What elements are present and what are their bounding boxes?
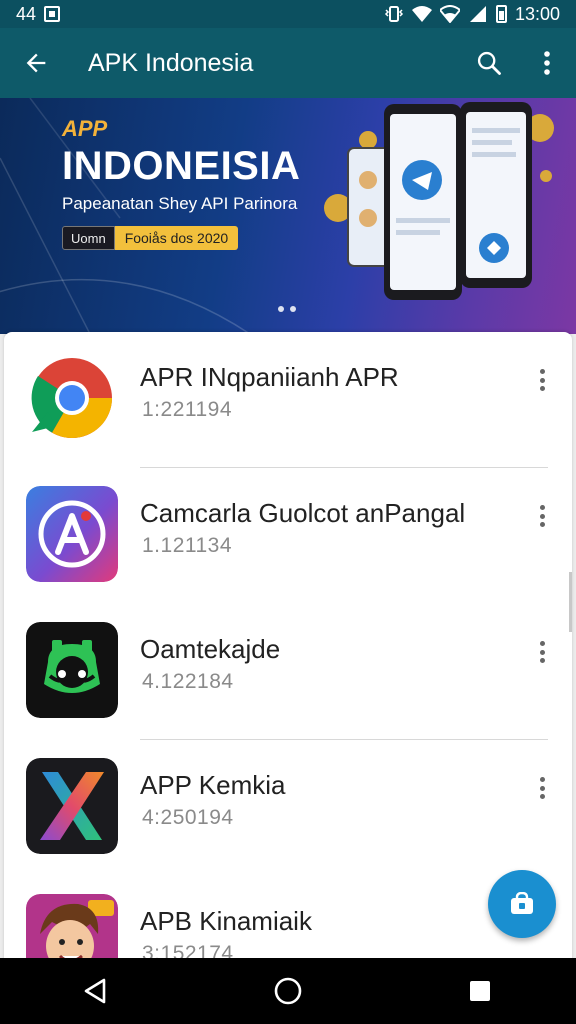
nav-back-button[interactable] [66, 961, 126, 1021]
back-arrow-icon [26, 53, 46, 73]
image-icon [44, 6, 61, 22]
list-item[interactable]: APR INqpaniianh APR 1:221194 [4, 332, 572, 468]
search-button[interactable] [460, 28, 518, 98]
chrome-icon [26, 350, 118, 446]
banner-pager [278, 306, 296, 312]
colorful-x-icon [26, 758, 118, 854]
vibrate-icon [384, 6, 404, 22]
banner-title: INDONEISIA [62, 144, 301, 188]
list-item[interactable]: APP Kemkia 4:250194 [4, 740, 572, 876]
banner-badges: Uomn Fooiås dos 2020 [62, 226, 239, 250]
item-overflow-button[interactable] [530, 502, 554, 530]
pager-dot[interactable] [278, 306, 284, 312]
phones-illustration [347, 102, 532, 300]
app-bar: APK Indonesia [0, 28, 576, 98]
app-list-card: APR INqpaniianh APR 1:221194 Camcarla Gu… [4, 332, 572, 972]
fab-button[interactable] [488, 870, 556, 938]
banner-brand: APP [62, 116, 108, 141]
scrollbar[interactable] [569, 572, 572, 632]
battery-icon [495, 5, 507, 23]
search-icon [477, 51, 501, 75]
banner-badge-left: Uomn [62, 226, 115, 250]
item-overflow-button[interactable] [530, 366, 554, 394]
status-bar: 44 13:00 [0, 0, 576, 28]
app-name: APR INqpaniianh APR [140, 362, 399, 392]
green-robot-icon [26, 622, 118, 718]
back-button[interactable] [0, 28, 72, 98]
banner-badge-right: Fooiås dos 2020 [114, 226, 239, 250]
list-item[interactable]: Camcarla Guolcot anPangal 1.121134 [4, 468, 572, 604]
app-meta: 1:221194 [142, 398, 233, 421]
nav-recents-button[interactable] [450, 961, 510, 1021]
promo-banner[interactable]: APP INDONEISIA Papeanatan Shey API Parin… [0, 98, 576, 334]
more-vert-icon [544, 51, 550, 75]
page-title: APK Indonesia [88, 48, 254, 77]
app-meta: 4:250194 [142, 806, 234, 829]
system-nav-bar [0, 958, 576, 1024]
status-time: 13:00 [514, 3, 560, 24]
app-name: Oamtekajde [140, 634, 281, 664]
nav-home-button[interactable] [258, 961, 318, 1021]
signal-icon [469, 6, 486, 22]
bag-icon [511, 892, 533, 914]
item-overflow-button[interactable] [530, 774, 554, 802]
letter-a-icon [26, 486, 118, 582]
app-name: Camcarla Guolcot anPangal [140, 498, 466, 528]
more-options-button[interactable] [518, 28, 576, 98]
item-overflow-button[interactable] [530, 638, 554, 666]
banner-subtitle: Papeanatan Shey API Parinora [62, 194, 298, 213]
app-meta: 1.121134 [142, 534, 233, 557]
back-triangle-icon [84, 978, 106, 1004]
home-circle-icon [274, 977, 302, 1005]
app-meta: 4.122184 [142, 670, 234, 693]
pager-dot[interactable] [290, 306, 296, 312]
list-item[interactable]: Oamtekajde 4.122184 [4, 604, 572, 740]
status-left-text: 44 [16, 3, 37, 24]
app-name: APB Kinamiaik [140, 906, 312, 936]
recents-square-icon [470, 981, 490, 1001]
wifi-icon [411, 6, 432, 22]
app-name: APP Kemkia [140, 770, 286, 800]
wifi-icon [439, 5, 460, 23]
